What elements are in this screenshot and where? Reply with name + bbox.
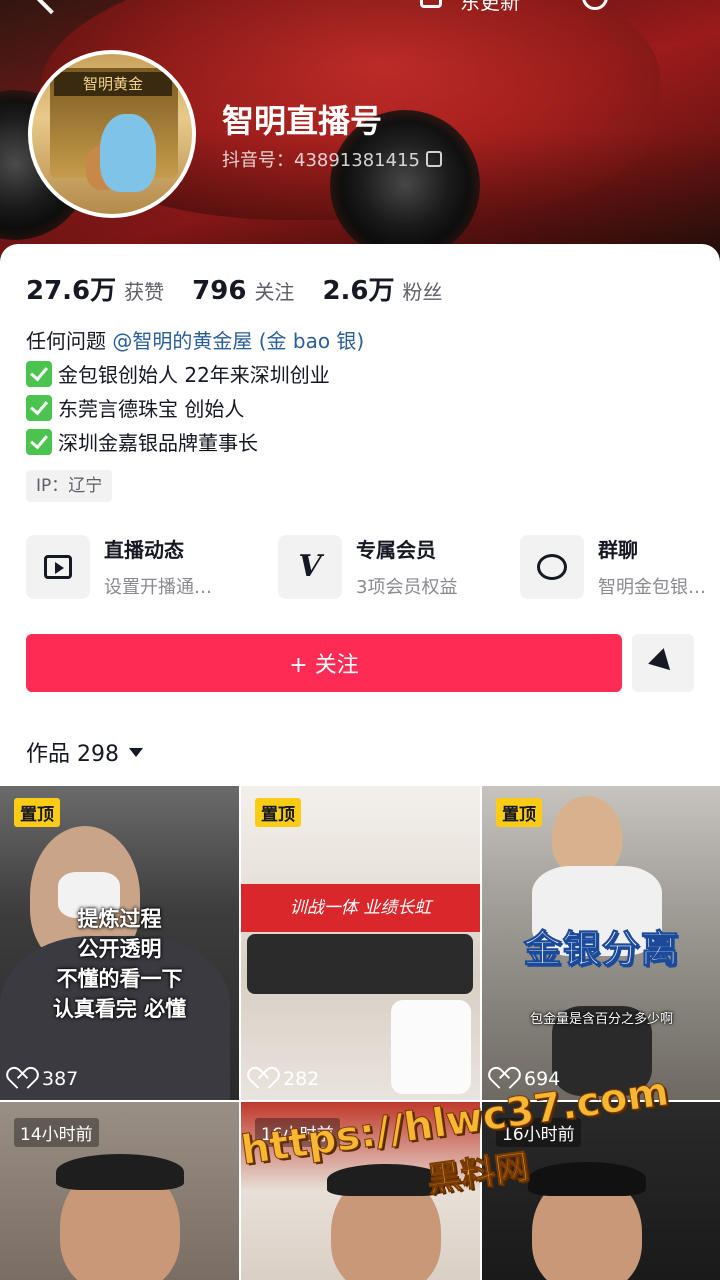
video-caption: 金银分离 xyxy=(523,927,680,972)
send-message-button[interactable] xyxy=(632,634,694,692)
update-label[interactable]: 东更新 xyxy=(460,0,520,15)
video-timestamp: 14小时前 xyxy=(14,1118,99,1147)
video-tile[interactable]: 16小时前 xyxy=(482,1102,720,1280)
stat-value: 796 xyxy=(192,276,247,306)
ip-location-tag: IP：辽宁 xyxy=(26,470,113,502)
video-tile[interactable]: 16小时前 xyxy=(241,1102,480,1280)
avatar[interactable]: 智明黄金 xyxy=(28,50,196,218)
feature-live-updates[interactable]: 直播动态 设置开播通… xyxy=(26,534,212,599)
vip-v-icon: V xyxy=(298,549,322,584)
douyin-id[interactable]: 抖音号：43891381415 xyxy=(222,146,442,172)
video-banner-text: 训战一体 业绩长虹 xyxy=(241,884,480,932)
video-likes: 694 xyxy=(494,1068,560,1090)
video-likes: 282 xyxy=(253,1068,319,1090)
video-subtitle: 包金量是含百分之多少啊 xyxy=(529,1012,673,1027)
video-timestamp: 16小时前 xyxy=(496,1118,581,1147)
works-tab-label: 作品 298 xyxy=(26,742,119,767)
avatar-shop-sign: 智明黄金 xyxy=(54,72,172,96)
pinned-badge: 置顶 xyxy=(496,798,542,827)
stat-label: 获赞 xyxy=(124,280,165,304)
stat-followers[interactable]: 2.6万 粉丝 xyxy=(322,270,442,307)
heart-icon xyxy=(12,1069,34,1089)
stat-following[interactable]: 796 关注 xyxy=(192,276,294,306)
video-caption: 提炼过程 公开透明 不懂的看一下 认真看完 必懂 xyxy=(52,907,187,1021)
bio-line: 东莞言德珠宝 创始人 xyxy=(26,392,696,426)
video-tile[interactable]: 置顶 金银分离 包金量是含百分之多少啊 694 xyxy=(482,786,720,1100)
check-icon xyxy=(26,395,52,421)
profile-banner: 东更新 智明黄金 智明直播号 抖音号：43891381415 xyxy=(0,0,720,265)
tv-icon xyxy=(44,554,72,579)
video-tile[interactable]: 训战一体 业绩长虹 置顶 282 xyxy=(241,786,480,1100)
douyin-id-text: 抖音号：43891381415 xyxy=(222,150,420,171)
video-tile[interactable]: 置顶 提炼过程 公开透明 不懂的看一下 认真看完 必懂 387 xyxy=(0,786,239,1100)
chevron-down-icon xyxy=(129,747,143,757)
chat-icon xyxy=(537,553,567,580)
heart-icon xyxy=(253,1069,275,1089)
video-timestamp: 16小时前 xyxy=(255,1118,340,1147)
check-icon xyxy=(26,361,52,387)
heart-icon xyxy=(494,1069,516,1089)
tab-works[interactable]: 作品 298 xyxy=(26,736,143,768)
check-icon xyxy=(26,429,52,455)
feature-row: 直播动态 设置开播通… V 专属会员 3项会员权益 群聊 智明金包银… xyxy=(26,534,720,604)
stat-value: 2.6万 xyxy=(322,276,395,306)
stat-label: 关注 xyxy=(254,280,295,304)
video-grid: 置顶 提炼过程 公开透明 不懂的看一下 认真看完 必懂 387 训战一体 业绩长… xyxy=(0,786,720,1280)
bio-mention-link[interactable]: @智明的黄金屋 (金 bao 银) xyxy=(112,329,364,353)
avatar-mascot xyxy=(100,114,156,192)
stat-label: 粉丝 xyxy=(402,280,443,304)
pinned-badge: 置顶 xyxy=(14,798,60,827)
feature-group-chat[interactable]: 群聊 智明金包银… xyxy=(520,534,706,599)
bio-line: 任何问题 @智明的黄金屋 (金 bao 银) xyxy=(26,329,365,353)
profile-bio: 任何问题 @智明的黄金屋 (金 bao 银) 金包银创始人 22年来深圳创业 东… xyxy=(26,324,696,460)
share-icon[interactable] xyxy=(420,0,442,8)
video-tile[interactable]: 14小时前 xyxy=(0,1102,239,1280)
stat-value: 27.6万 xyxy=(26,276,117,306)
bio-line: 深圳金嘉银品牌董事长 xyxy=(26,426,696,460)
bio-line: 金包银创始人 22年来深圳创业 xyxy=(26,358,696,392)
pinned-badge: 置顶 xyxy=(255,798,301,827)
stat-likes[interactable]: 27.6万 获赞 xyxy=(26,270,164,307)
follow-button[interactable]: + 关注 xyxy=(26,634,622,692)
copy-icon[interactable] xyxy=(425,151,442,167)
profile-nickname: 智明直播号 xyxy=(222,102,383,140)
profile-stats: 27.6万 获赞 796 关注 2.6万 粉丝 xyxy=(26,270,443,307)
send-icon xyxy=(648,648,678,678)
feature-membership[interactable]: V 专属会员 3项会员权益 xyxy=(278,534,457,599)
video-likes: 387 xyxy=(12,1068,78,1090)
